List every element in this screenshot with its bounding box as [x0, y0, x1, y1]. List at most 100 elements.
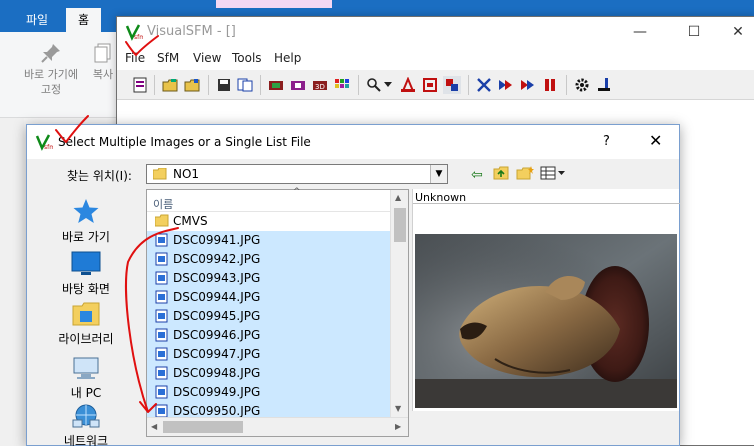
list-item[interactable]: CMVS [147, 212, 390, 231]
maximize-button[interactable]: ☐ [671, 17, 717, 47]
look-in-label: 찾는 위치(I): [67, 169, 132, 183]
horizontal-scroll-thumb[interactable] [163, 421, 243, 433]
minimize-button[interactable]: — [617, 17, 663, 47]
place-this-pc[interactable]: 내 PC [27, 357, 145, 401]
list-item[interactable]: DSC09942.JPG [147, 250, 390, 269]
close-button[interactable]: ✕ [715, 17, 754, 47]
dense-reconstruction-icon[interactable] [421, 76, 439, 94]
image-file-icon [155, 271, 168, 285]
sort-arrow-icon: ^ [293, 187, 301, 197]
list-item[interactable]: DSC09946.JPG [147, 326, 390, 345]
place-desktop[interactable]: 바탕 화면 [27, 251, 145, 297]
image-file-icon [155, 290, 168, 304]
place-desktop-label: 바탕 화면 [62, 282, 110, 296]
scroll-up-icon[interactable]: ▲ [395, 193, 401, 202]
match-3d-icon[interactable]: 3D [311, 76, 329, 94]
ribbon-tab-file[interactable]: 파일 [14, 8, 60, 32]
list-item[interactable]: DSC09949.JPG [147, 383, 390, 402]
pairwise-matching-icon[interactable] [289, 76, 307, 94]
zoom-dropdown-icon[interactable] [383, 76, 393, 94]
file-name: DSC09946.JPG [173, 328, 261, 342]
preview-pane: Unknown [412, 189, 680, 411]
image-file-icon [155, 385, 168, 399]
menu-file[interactable]: File [125, 51, 145, 65]
image-file-icon [155, 328, 168, 342]
scroll-down-icon[interactable]: ▼ [395, 404, 401, 413]
open-images-icon[interactable] [161, 76, 179, 94]
menu-help[interactable]: Help [274, 51, 301, 65]
list-item[interactable]: DSC09943.JPG [147, 269, 390, 288]
new-folder-button[interactable] [516, 166, 534, 184]
dialog-close-button[interactable]: ✕ [649, 131, 662, 150]
level-tool-icon[interactable] [595, 76, 613, 94]
bundle-adjust-icon[interactable] [443, 76, 461, 94]
image-file-icon [155, 309, 168, 323]
visualsfm-logo-icon: sfm [125, 24, 143, 41]
image-file-icon [155, 252, 168, 266]
file-rows: CMVS DSC09941.JPG DSC09942.JPG DSC09943.… [147, 212, 390, 421]
file-name: DSC09948.JPG [173, 366, 261, 380]
place-libraries[interactable]: 라이브러리 [27, 301, 145, 347]
ribbon-tab-home[interactable]: 홈 [66, 8, 102, 32]
menu-view[interactable]: View [193, 51, 221, 65]
color-grid-icon[interactable] [333, 76, 351, 94]
chevron-down-icon[interactable]: ▼ [430, 165, 447, 183]
place-network-label: 네트워크 [63, 434, 109, 446]
place-this-pc-label: 내 PC [70, 386, 102, 400]
compute-missing-matches-icon[interactable] [267, 76, 285, 94]
copy-button[interactable]: 복사 [88, 42, 118, 82]
list-item[interactable]: DSC09941.JPG [147, 231, 390, 250]
file-name: DSC09947.JPG [173, 347, 261, 361]
scroll-right-icon[interactable]: ▶ [395, 422, 401, 431]
look-in-combobox[interactable]: NO1 ▼ [146, 164, 448, 184]
back-arrow-icon[interactable]: ⇦ [471, 166, 483, 184]
explorer-title-strip [0, 0, 754, 8]
expand-view-icon[interactable] [475, 76, 493, 94]
gear-icon[interactable] [573, 76, 591, 94]
save-icon[interactable] [215, 76, 233, 94]
file-list[interactable]: ^ 이름 CMVS DSC09941.JPG DSC09942.JPG DSC0… [146, 187, 409, 437]
copy-pages-icon[interactable] [236, 76, 254, 94]
file-name: DSC09950.JPG [173, 404, 261, 418]
place-quick-access[interactable]: 바로 가기 [27, 197, 145, 245]
dialog-logo-icon: sfm [35, 134, 53, 151]
zoom-icon[interactable] [365, 76, 383, 94]
open-folder-icon[interactable] [183, 76, 201, 94]
list-item[interactable]: DSC09944.JPG [147, 288, 390, 307]
run-step-icon[interactable] [519, 76, 537, 94]
list-item[interactable]: DSC09945.JPG [147, 307, 390, 326]
sparse-reconstruction-icon[interactable] [399, 76, 417, 94]
view-menu-button[interactable] [540, 166, 566, 184]
svg-text:sfm: sfm [134, 34, 143, 41]
pin-label-line2: 고정 [40, 83, 62, 96]
vertical-scrollbar[interactable]: ▲ ▼ [390, 190, 408, 417]
pin-icon [41, 44, 60, 63]
look-in-value: NO1 [173, 167, 200, 181]
file-name: DSC09944.JPG [173, 290, 261, 304]
menu-sfm[interactable]: SfM [157, 51, 179, 65]
up-folder-button[interactable] [493, 166, 509, 184]
pause-icon[interactable] [541, 76, 559, 94]
explorer-nav-edge [0, 118, 24, 446]
place-network[interactable]: 네트워크 [27, 403, 145, 446]
svg-text:sfm: sfm [44, 144, 53, 151]
dialog-titlebar: sfm Select Multiple Images or a Single L… [27, 125, 679, 159]
list-item[interactable]: DSC09947.JPG [147, 345, 390, 364]
horizontal-scrollbar[interactable]: ◀ ▶ [147, 417, 408, 436]
scroll-left-icon[interactable]: ◀ [151, 422, 157, 431]
run-forward-icon[interactable] [497, 76, 515, 94]
preview-divider [413, 203, 680, 204]
vertical-scroll-thumb[interactable] [394, 208, 406, 242]
visualsfm-toolbar: 3D [117, 70, 754, 100]
list-item[interactable]: DSC09948.JPG [147, 364, 390, 383]
column-header-name[interactable]: ^ 이름 [147, 187, 390, 212]
folder-icon [155, 214, 169, 227]
menu-tools[interactable]: Tools [232, 51, 262, 65]
library-icon [72, 302, 100, 326]
star-icon [73, 199, 99, 223]
file-name: CMVS [173, 214, 208, 228]
pin-to-quick-access-button[interactable]: 바로 가기에 고정 [16, 42, 86, 97]
log-window-icon[interactable] [131, 76, 149, 94]
new-folder-icon [516, 166, 534, 180]
dialog-help-button[interactable]: ? [603, 134, 610, 149]
